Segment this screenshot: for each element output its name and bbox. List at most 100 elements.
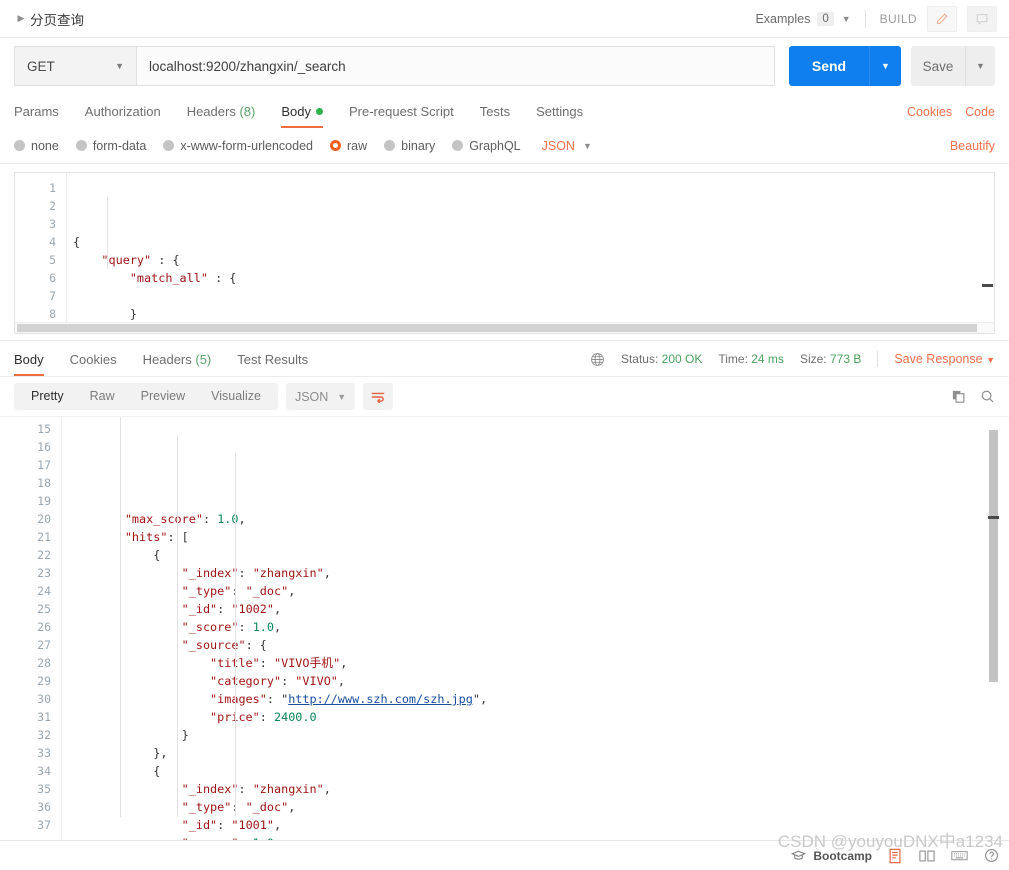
view-visualize[interactable]: Visualize <box>198 383 274 410</box>
body-type-raw[interactable]: raw <box>330 139 367 153</box>
build-label[interactable]: BUILD <box>880 12 917 26</box>
body-type-binary-label: binary <box>401 138 436 153</box>
http-method-select[interactable]: GET ▼ <box>14 46 136 86</box>
tab-body-label: Body <box>281 104 311 119</box>
response-scroll-marker <box>988 516 999 519</box>
code-line: "_id": "1002", <box>181 602 282 616</box>
request-editor-scrollbar[interactable] <box>982 174 993 332</box>
save-options-chevron-down-icon[interactable]: ▼ <box>965 46 995 86</box>
radio-graphql-icon <box>452 140 464 151</box>
url-bar: GET ▼ localhost:9200/zhangxin/_search Se… <box>0 38 1009 94</box>
pencil-icon[interactable] <box>927 5 957 32</box>
code-line: "_type": "_doc", <box>181 800 296 814</box>
code-line: { <box>73 235 81 249</box>
line-number: 35 <box>37 782 51 796</box>
tab-settings[interactable]: Settings <box>536 104 583 128</box>
radio-none-icon <box>14 140 25 151</box>
body-type-binary[interactable]: binary <box>384 139 435 153</box>
tab-headers-label: Headers <box>186 104 236 119</box>
titlebar-divider <box>864 9 866 28</box>
tab-authorization[interactable]: Authorization <box>85 104 161 128</box>
tab-tests-label: Tests <box>479 104 511 119</box>
request-url-value: localhost:9200/zhangxin/_search <box>149 58 346 74</box>
response-view-switcher: Pretty Raw Preview Visualize <box>14 383 278 410</box>
body-format-value: JSON <box>541 138 575 153</box>
line-number: 22 <box>37 548 51 562</box>
response-tab-body-label: Body <box>14 352 44 367</box>
send-button[interactable]: Send <box>789 46 869 86</box>
request-body-editor[interactable]: 123456789 { "query" : { "match_all" : { … <box>14 172 995 334</box>
body-has-content-dot-icon <box>315 108 323 115</box>
view-pretty[interactable]: Pretty <box>18 383 77 410</box>
search-icon[interactable] <box>980 389 995 404</box>
bootcamp-button[interactable]: Bootcamp <box>791 849 872 863</box>
request-url-input[interactable]: localhost:9200/zhangxin/_search <box>136 46 775 86</box>
cookies-link[interactable]: Cookies <box>907 105 952 119</box>
copy-icon[interactable] <box>951 389 966 404</box>
response-tab-cookies[interactable]: Cookies <box>70 352 117 376</box>
line-number: 29 <box>37 674 51 688</box>
comment-icon[interactable] <box>967 5 997 32</box>
request-editor-hscrollbar[interactable] <box>15 322 994 333</box>
response-body-viewer[interactable]: 15 16 17 18 19 20 21 22 23 24 25 26 27 28 29 30 31 32 33 34… <box>0 416 1009 840</box>
view-raw[interactable]: Raw <box>77 383 128 410</box>
time-value: 24 ms <box>751 352 784 366</box>
code-line: "_index": "zhangxin", <box>181 566 331 580</box>
status-metric: Status: 200 OK <box>621 352 702 366</box>
tab-headers[interactable]: Headers (8) <box>187 104 256 128</box>
body-type-none[interactable]: none <box>14 139 59 153</box>
time-metric: Time: 24 ms <box>718 352 784 366</box>
tab-pre-request-script[interactable]: Pre-request Script <box>349 104 454 128</box>
line-number: 6 <box>49 271 56 285</box>
postman-window: ▶ 分页查询 Examples 0 ▼ BUILD GET ▼ localhos… <box>0 0 1009 870</box>
line-number: 27 <box>37 638 51 652</box>
beautify-link[interactable]: Beautify <box>950 139 995 153</box>
examples-chevron-down-icon[interactable]: ▼ <box>842 14 851 24</box>
response-scroll-thumb[interactable] <box>989 430 998 682</box>
body-type-graphql-label: GraphQL <box>469 138 521 153</box>
body-type-urlencoded[interactable]: x-www-form-urlencoded <box>163 139 313 153</box>
view-preview[interactable]: Preview <box>128 383 198 410</box>
two-pane-icon[interactable] <box>919 849 935 863</box>
response-tab-cookies-label: Cookies <box>69 352 117 367</box>
code-line: "max_score": 1.0, <box>124 512 246 526</box>
response-format-chevron-down-icon: ▼ <box>337 391 347 402</box>
save-response-button[interactable]: Save Response ▼ <box>894 352 995 366</box>
response-tab-test-results[interactable]: Test Results <box>237 352 308 376</box>
line-number: 32 <box>37 728 51 742</box>
line-number: 18 <box>37 476 51 490</box>
response-tab-headers[interactable]: Headers (5) <box>143 352 212 376</box>
response-tab-body[interactable]: Body <box>14 352 44 376</box>
line-number: 7 <box>49 289 56 303</box>
body-type-form-data[interactable]: form-data <box>75 139 146 153</box>
size-value: 773 B <box>829 352 862 366</box>
examples-label: Examples <box>755 11 811 26</box>
response-format-select[interactable]: JSON ▼ <box>285 383 356 410</box>
body-type-urlencoded-label: x-www-form-urlencoded <box>180 138 313 153</box>
help-icon[interactable] <box>984 848 999 863</box>
line-number: 23 <box>37 566 51 580</box>
request-editor-hscroll-thumb[interactable] <box>17 324 977 332</box>
request-body-code[interactable]: { "query" : { "match_all" : { } }, "from… <box>67 173 994 333</box>
line-number: 2 <box>49 199 56 213</box>
indent-guide <box>235 453 236 817</box>
keyboard-icon[interactable] <box>951 849 968 862</box>
line-number: 31 <box>37 710 51 724</box>
send-options-chevron-down-icon[interactable]: ▼ <box>869 46 901 86</box>
console-icon[interactable] <box>888 848 903 864</box>
body-format-select[interactable]: JSON ▼ <box>542 139 592 153</box>
code-link[interactable]: Code <box>965 105 995 119</box>
line-number: 3 <box>49 217 56 231</box>
response-scrollbar[interactable] <box>988 418 999 839</box>
tab-params[interactable]: Params <box>14 104 59 128</box>
body-type-graphql[interactable]: GraphQL <box>452 138 521 153</box>
tab-body[interactable]: Body <box>281 104 323 128</box>
expand-caret-icon[interactable]: ▶ <box>14 13 28 24</box>
response-body-code[interactable]: "max_score": 1.0, "hits": [ { "_index": … <box>62 417 1009 840</box>
body-format-chevron-down-icon: ▼ <box>582 140 592 151</box>
tab-headers-count: (8) <box>239 104 256 119</box>
save-button[interactable]: Save <box>911 46 965 86</box>
tab-tests[interactable]: Tests <box>480 104 510 128</box>
word-wrap-icon[interactable] <box>363 383 394 410</box>
response-toolbar: Pretty Raw Preview Visualize JSON ▼ <box>0 376 1009 416</box>
